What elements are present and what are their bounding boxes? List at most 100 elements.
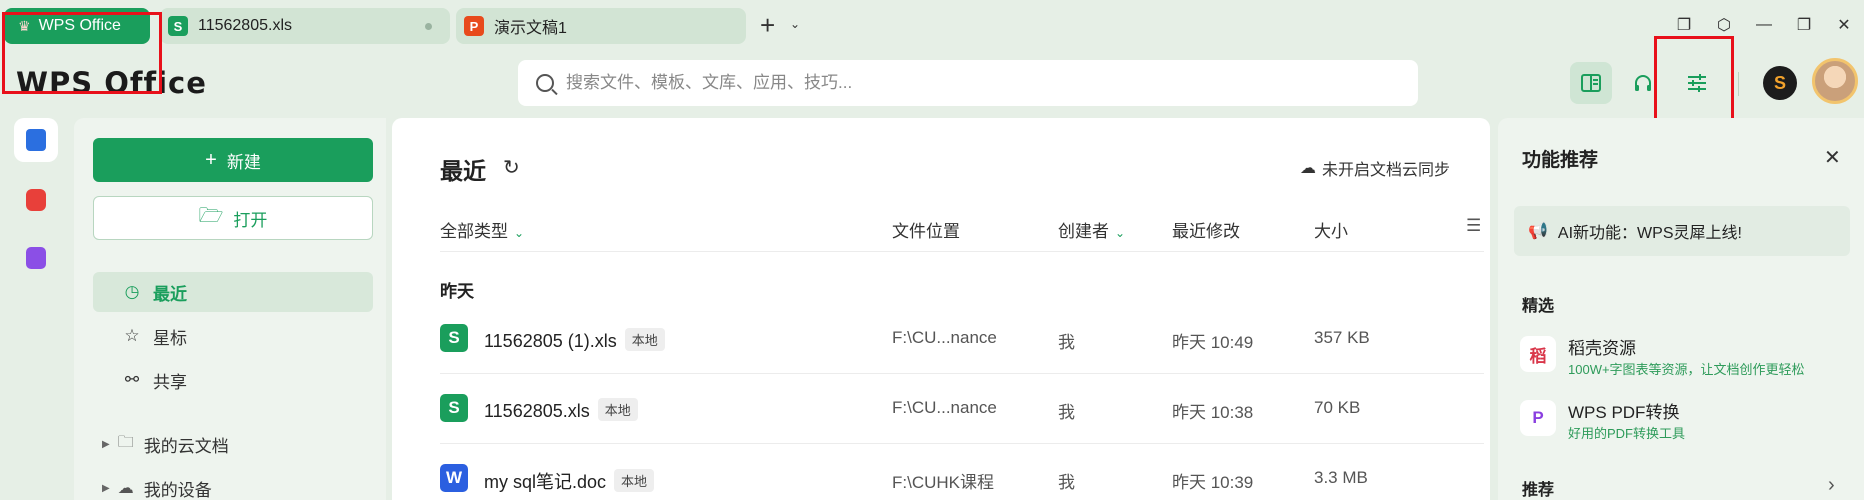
file-creator: 我 bbox=[1058, 333, 1075, 352]
feature-item-docer[interactable]: 稻 稻壳资源 100W+字图表等资源，让文档创作更轻松 bbox=[1520, 332, 1860, 380]
ai-feature-banner[interactable]: 📢 AI新功能：WPS灵犀上线! bbox=[1514, 206, 1850, 256]
column-creator-filter[interactable]: 创建者 ⌄ bbox=[1058, 217, 1125, 242]
presentation-icon: P bbox=[464, 16, 484, 36]
highlight-box-home-tab bbox=[2, 12, 162, 94]
folder-icon: 🗀 bbox=[117, 433, 134, 451]
restore-icon[interactable]: ❐ bbox=[1784, 15, 1824, 35]
section-recommend: 推荐 bbox=[1522, 482, 1555, 499]
sidebar-item-label: 共享 bbox=[153, 372, 187, 392]
cloud-sync-status[interactable]: ☁ 未开启文档云同步 bbox=[1300, 156, 1450, 180]
chevron-down-icon: ⌄ bbox=[514, 226, 525, 240]
row-divider bbox=[440, 443, 1484, 444]
sidebar-layout-icon bbox=[1581, 74, 1601, 92]
feature-item-pdf-convert[interactable]: P WPS PDF转换 好用的PDF转换工具 bbox=[1520, 396, 1860, 444]
open-button-label: 打开 bbox=[233, 210, 268, 230]
page-title: 最近 bbox=[440, 158, 486, 184]
workspace-icon[interactable]: ❐ bbox=[1664, 15, 1704, 35]
device-icon: ☁ bbox=[117, 480, 134, 497]
table-row[interactable]: W my sql笔记.doc 本地 F:\CUHK课程 我 昨天 10:39 3.… bbox=[440, 458, 1484, 498]
open-button[interactable]: 🗁 打开 bbox=[93, 196, 373, 240]
search-icon bbox=[536, 74, 554, 92]
rail-pdf[interactable] bbox=[14, 178, 58, 222]
rail-apps[interactable] bbox=[14, 236, 58, 280]
app-store-icon[interactable]: S bbox=[1763, 66, 1797, 100]
group-label-yesterday: 昨天 bbox=[440, 282, 474, 301]
tree-item-cloud-docs[interactable]: ▶ 🗀 我的云文档 bbox=[102, 430, 229, 458]
sidebar-item-recent[interactable]: ◷ 最近 bbox=[93, 272, 373, 312]
unsaved-dot-icon bbox=[425, 23, 432, 30]
file-modified: 昨天 10:38 bbox=[1172, 403, 1254, 422]
file-name[interactable]: 11562805.xls bbox=[484, 401, 590, 421]
file-size: 357 KB bbox=[1314, 328, 1370, 347]
table-row[interactable]: S 11562805 (1).xls 本地 F:\CU...nance 我 昨天 … bbox=[440, 318, 1484, 358]
megaphone-icon: 📢 bbox=[1528, 223, 1548, 240]
file-creator: 我 bbox=[1058, 403, 1075, 422]
table-row[interactable]: S 11562805.xls 本地 F:\CU...nance 我 昨天 10:3… bbox=[440, 388, 1484, 428]
cloud-sync-label: 未开启文档云同步 bbox=[1322, 162, 1451, 179]
star-icon: ☆ bbox=[124, 326, 140, 345]
minimize-icon[interactable]: — bbox=[1744, 16, 1784, 34]
new-button[interactable]: + 新建 bbox=[93, 138, 373, 182]
tab-presentation[interactable]: P 演示文稿1 bbox=[456, 8, 746, 44]
refresh-icon[interactable]: ↻ bbox=[503, 155, 520, 180]
file-creator: 我 bbox=[1058, 473, 1075, 492]
file-size: 70 KB bbox=[1314, 398, 1361, 417]
local-tag: 本地 bbox=[597, 398, 638, 421]
spreadsheet-icon: S bbox=[440, 324, 468, 352]
avatar[interactable] bbox=[1812, 58, 1858, 104]
expand-arrow-icon[interactable]: ▶ bbox=[102, 483, 110, 494]
new-button-label: 新建 bbox=[226, 152, 261, 172]
chevron-down-icon: ⌄ bbox=[1115, 226, 1126, 240]
new-tab-plus-icon[interactable]: + bbox=[760, 12, 775, 38]
file-modified: 昨天 10:39 bbox=[1172, 473, 1254, 492]
chevron-right-icon[interactable]: › bbox=[1828, 474, 1835, 497]
header-divider bbox=[1738, 72, 1739, 96]
tree-item-label: 我的云文档 bbox=[143, 436, 229, 456]
local-tag: 本地 bbox=[614, 469, 655, 492]
tree-item-label: 我的设备 bbox=[143, 480, 212, 500]
sidebar-item-label: 星标 bbox=[153, 328, 187, 348]
close-window-icon[interactable]: ✕ bbox=[1824, 15, 1864, 35]
sidebar-item-shared[interactable]: ⚯ 共享 bbox=[93, 360, 373, 400]
column-label: 全部类型 bbox=[440, 222, 508, 241]
file-location: F:\CU...nance bbox=[892, 328, 997, 347]
search-bar[interactable] bbox=[518, 60, 1418, 106]
file-location: F:\CU...nance bbox=[892, 398, 997, 417]
local-tag: 本地 bbox=[624, 328, 665, 351]
tab-list-chevron-icon[interactable]: ⌄ bbox=[790, 17, 800, 31]
section-featured: 精选 bbox=[1522, 298, 1555, 315]
pdf-convert-icon: P bbox=[1520, 400, 1556, 436]
panel-title: 功能推荐 bbox=[1522, 150, 1599, 171]
file-modified: 昨天 10:49 bbox=[1172, 333, 1254, 352]
file-name[interactable]: my sql笔记.doc bbox=[484, 472, 606, 492]
cube-icon[interactable]: ⬡ bbox=[1704, 15, 1744, 35]
document-icon bbox=[26, 129, 46, 151]
column-size: 大小 bbox=[1314, 222, 1348, 241]
feature-name: 稻壳资源 bbox=[1568, 339, 1636, 358]
tab-xls[interactable]: S 11562805.xls bbox=[160, 8, 450, 44]
clock-icon: ◷ bbox=[124, 282, 140, 301]
expand-arrow-icon[interactable]: ▶ bbox=[102, 439, 110, 450]
header-divider bbox=[440, 251, 1484, 252]
column-location: 文件位置 bbox=[892, 222, 960, 241]
sidebar-item-label: 最近 bbox=[153, 284, 187, 304]
apps-icon bbox=[26, 247, 46, 269]
column-settings-icon[interactable]: ☰ bbox=[1466, 216, 1481, 236]
file-location: F:\CUHK课程 bbox=[892, 473, 994, 492]
file-name[interactable]: 11562805 (1).xls bbox=[484, 331, 617, 351]
close-icon[interactable]: ✕ bbox=[1824, 145, 1841, 170]
pdf-icon bbox=[26, 189, 46, 211]
column-type-filter[interactable]: 全部类型 ⌄ bbox=[440, 217, 524, 242]
ai-banner-label: AI新功能：WPS灵犀上线! bbox=[1557, 225, 1742, 242]
rail-documents[interactable] bbox=[14, 118, 58, 162]
search-input[interactable] bbox=[566, 73, 1366, 93]
spreadsheet-icon: S bbox=[168, 16, 188, 36]
file-size: 3.3 MB bbox=[1314, 468, 1368, 487]
tree-item-my-devices[interactable]: ▶ ☁ 我的设备 bbox=[102, 474, 212, 500]
feature-desc: 100W+字图表等资源，让文档创作更轻松 bbox=[1568, 362, 1805, 377]
folder-open-icon: 🗁 bbox=[198, 205, 224, 227]
column-label: 创建者 bbox=[1058, 222, 1109, 241]
layout-toggle-button[interactable] bbox=[1570, 62, 1612, 104]
sidebar-item-starred[interactable]: ☆ 星标 bbox=[93, 316, 373, 356]
cloud-off-icon: ☁ bbox=[1300, 160, 1316, 177]
